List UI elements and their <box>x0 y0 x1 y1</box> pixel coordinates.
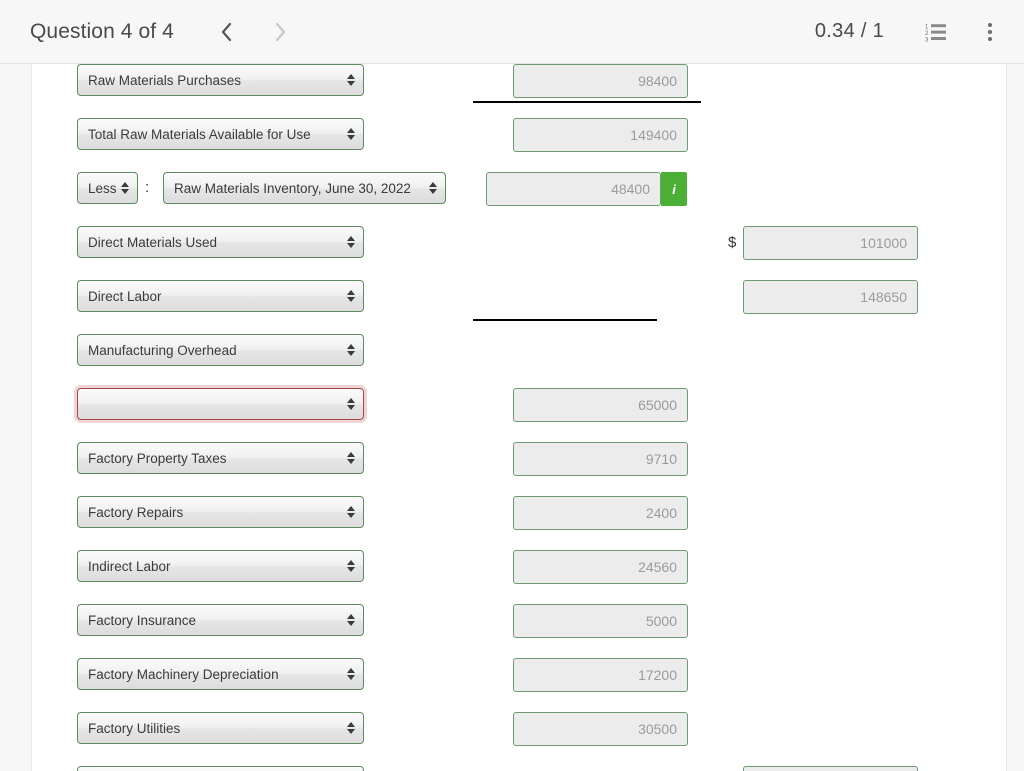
row-factory-utilities-account-select[interactable]: Factory Utilities <box>77 712 364 744</box>
row-next-partial-row-total-input[interactable] <box>743 766 918 771</box>
spinner-arrows-icon <box>343 668 363 680</box>
row-factory-repairs-account-select[interactable]: Factory Repairs <box>77 496 364 528</box>
spinner-arrows-icon <box>343 344 363 356</box>
row-factory-insurance-account-select[interactable]: Factory Insurance <box>77 604 364 636</box>
row-manufacturing-overhead-account-select-label: Manufacturing Overhead <box>88 342 237 358</box>
row-factory-utilities-amount-input[interactable]: 30500 <box>513 712 688 746</box>
row-indirect-labor-account-select-label: Indirect Labor <box>88 558 171 574</box>
row-factory-insurance-account-select-label: Factory Insurance <box>88 612 197 628</box>
spinner-arrows-icon <box>425 182 445 194</box>
row-raw-materials-purchases-amount-input[interactable]: 98400 <box>513 64 688 98</box>
page-title: Question 4 of 4 <box>30 19 174 43</box>
row-unselected-overhead-item-account-select[interactable] <box>77 388 364 420</box>
spinner-arrows-icon <box>343 506 363 518</box>
subtotal-rule <box>473 101 701 103</box>
row-manufacturing-overhead-account-select[interactable]: Manufacturing Overhead <box>77 334 364 366</box>
spinner-arrows-icon <box>343 398 363 410</box>
row-factory-property-taxes-account-select[interactable]: Factory Property Taxes <box>77 442 364 474</box>
row-less-raw-materials-inventory-modifier-select[interactable]: Less <box>77 172 138 204</box>
svg-text:2: 2 <box>925 31 929 37</box>
app-header: Question 4 of 4 0.34 / 1 1 2 3 <box>0 0 1024 64</box>
row-direct-materials-used-account-select-label: Direct Materials Used <box>88 234 218 250</box>
colon-separator: : <box>145 179 150 196</box>
next-question-button[interactable] <box>264 15 298 49</box>
prev-question-button[interactable] <box>210 15 244 49</box>
header-right-group: 0.34 / 1 1 2 3 <box>815 12 1024 52</box>
info-badge[interactable]: i <box>661 172 687 206</box>
row-raw-materials-purchases-account-select[interactable]: Raw Materials Purchases <box>77 64 364 96</box>
row-less-raw-materials-inventory-account-select[interactable]: Raw Materials Inventory, June 30, 2022 <box>163 172 446 204</box>
row-factory-machinery-depreciation-amount-input[interactable]: 17200 <box>513 658 688 692</box>
row-less-raw-materials-inventory-amount-input[interactable]: 48400 <box>486 172 661 206</box>
row-factory-property-taxes-account-select-label: Factory Property Taxes <box>88 450 227 466</box>
spinner-arrows-icon <box>343 236 363 248</box>
ordered-list-glyph: 1 2 3 <box>925 23 946 42</box>
spinner-arrows-icon <box>343 290 363 302</box>
row-next-partial-row-account-select[interactable] <box>77 766 364 771</box>
row-factory-repairs-account-select-label: Factory Repairs <box>88 504 184 520</box>
row-direct-labor-total-input[interactable]: 148650 <box>743 280 918 314</box>
row-direct-labor-account-select-label: Direct Labor <box>88 288 162 304</box>
row-factory-repairs-amount-input[interactable]: 2400 <box>513 496 688 530</box>
spinner-arrows-icon <box>343 452 363 464</box>
row-raw-materials-purchases-account-select-label: Raw Materials Purchases <box>88 72 242 88</box>
row-factory-machinery-depreciation-account-select-label: Factory Machinery Depreciation <box>88 666 279 682</box>
dollar-sign: $ <box>728 234 737 251</box>
spinner-arrows-icon <box>343 128 363 140</box>
row-indirect-labor-amount-input[interactable]: 24560 <box>513 550 688 584</box>
row-less-raw-materials-inventory-modifier-select-label: Less <box>88 180 117 196</box>
worksheet-sheet: Raw Materials Purchases 98400 Total Raw Ma… <box>31 64 1007 771</box>
more-vertical-glyph <box>988 22 992 41</box>
row-factory-property-taxes-amount-input[interactable]: 9710 <box>513 442 688 476</box>
row-unselected-overhead-item-amount-input[interactable]: 65000 <box>513 388 688 422</box>
spinner-arrows-icon <box>117 182 137 194</box>
row-total-raw-materials-available-account-select[interactable]: Total Raw Materials Available for Use <box>77 118 364 150</box>
spinner-arrows-icon <box>343 722 363 734</box>
question-navigation <box>210 15 298 49</box>
row-direct-materials-used-account-select[interactable]: Direct Materials Used <box>77 226 364 258</box>
spinner-arrows-icon <box>343 614 363 626</box>
chevron-left-icon <box>222 22 232 41</box>
row-factory-machinery-depreciation-account-select[interactable]: Factory Machinery Depreciation <box>77 658 364 690</box>
spinner-arrows-icon <box>343 74 363 86</box>
row-total-raw-materials-available-account-select-label: Total Raw Materials Available for Use <box>88 126 311 142</box>
ordered-list-icon[interactable]: 1 2 3 <box>916 12 956 52</box>
row-direct-materials-used-total-input[interactable]: 101000 <box>743 226 918 260</box>
question-body: Raw Materials Purchases 98400 Total Raw Ma… <box>0 64 1024 771</box>
spinner-arrows-icon <box>343 560 363 572</box>
row-total-raw-materials-available-amount-input[interactable]: 149400 <box>513 118 688 152</box>
row-less-raw-materials-inventory-account-select-label: Raw Materials Inventory, June 30, 2022 <box>174 180 411 196</box>
score-display: 0.34 / 1 <box>814 20 884 42</box>
svg-text:3: 3 <box>925 37 929 42</box>
row-indirect-labor-account-select[interactable]: Indirect Labor <box>77 550 364 582</box>
subtotal-rule <box>473 319 657 321</box>
chevron-right-icon <box>276 22 286 41</box>
row-direct-labor-account-select[interactable]: Direct Labor <box>77 280 364 312</box>
more-vertical-icon[interactable] <box>970 12 1010 52</box>
row-factory-utilities-account-select-label: Factory Utilities <box>88 720 181 736</box>
svg-text:1: 1 <box>925 24 929 30</box>
row-factory-insurance-amount-input[interactable]: 5000 <box>513 604 688 638</box>
